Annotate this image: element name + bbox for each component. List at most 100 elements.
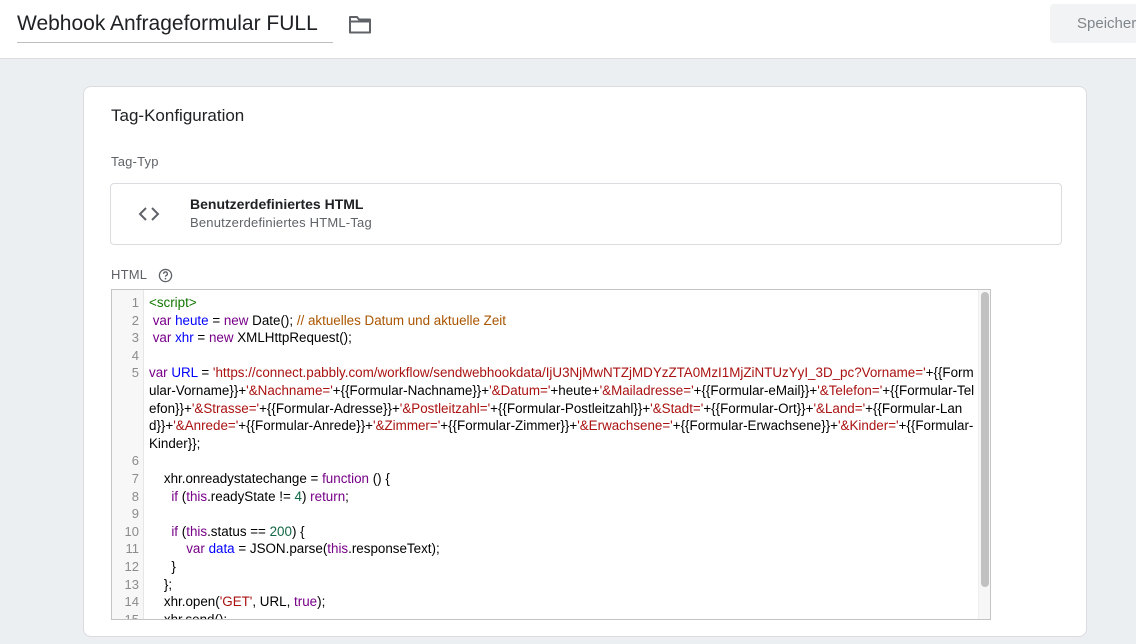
code-token: ); [317, 594, 326, 610]
code-token: xhr.send(); [149, 611, 228, 620]
html-code-editor[interactable]: 1 2 3 4 5 6 7 8 9 10 11 12 13 14 15 <script> var heute… [111, 289, 991, 620]
code-line: var URL = 'https://connect.pabbly.com/wo… [149, 364, 977, 452]
code-token: var [152, 312, 172, 328]
line-number: 3 [131, 330, 139, 346]
line-number: 8 [131, 488, 139, 504]
line-number: 11 [125, 541, 140, 557]
code-token: '&Postleitzahl=' [399, 400, 491, 416]
code-token: xhr.open( [149, 594, 220, 610]
code-line: var heute = new Date(); // aktuelles Dat… [149, 312, 977, 330]
code-token: // aktuelles Datum und aktuelle Zeit [296, 312, 506, 328]
code-token: , URL, [252, 594, 295, 610]
code-token: '&Land=' [813, 400, 866, 416]
code-token: ( [178, 523, 187, 539]
code-token: new [208, 330, 234, 346]
code-line: } [149, 558, 977, 576]
line-number: 1 [131, 295, 139, 310]
code-token: function [322, 470, 369, 486]
code-token: XMLHttpRequest(); [233, 330, 352, 346]
code-token: var [186, 541, 205, 557]
code-token: +{{Formular-Nachname}}+ [332, 382, 490, 398]
code-token: this [186, 488, 208, 504]
code-line: <script> [149, 294, 977, 312]
code-token: '&Nachname=' [246, 382, 333, 398]
code-token: '&Stadt=' [650, 400, 704, 416]
code-token: .responseText); [348, 541, 440, 557]
code-line: ​ [149, 452, 977, 470]
code-token: = [208, 312, 224, 328]
code-token: = [197, 365, 213, 381]
help-icon[interactable] [158, 268, 173, 283]
code-line: }; [149, 576, 977, 594]
code-token: '&Strasse=' [191, 400, 260, 416]
code-token: new [223, 312, 249, 328]
code-line: xhr.send(); [149, 611, 977, 620]
code-token: .status == [207, 523, 270, 539]
card-title: Tag-Konfiguration [111, 106, 245, 125]
code-token: <script> [149, 295, 197, 310]
code-line: xhr.open('GET', URL, true); [149, 593, 977, 611]
code-token: 'https://connect.pabbly.com/workflow/sen… [212, 365, 926, 381]
code-token: }; [149, 576, 173, 592]
code-token: xhr.onreadystatechange = [149, 470, 323, 486]
line-number: 15 [124, 611, 139, 620]
code-line: ​ [149, 347, 977, 365]
code-token: '&Anrede=' [173, 418, 239, 434]
code-token: () { [368, 470, 390, 486]
line-number: 2 [131, 312, 139, 328]
code-token: +{{Formular-Postleitzahl}}+ [490, 400, 651, 416]
code-token: '&Datum=' [489, 382, 551, 398]
code-token: var [149, 365, 168, 381]
tag-type-name: Benutzerdefiniertes HTML [190, 196, 364, 212]
code-token: ) [301, 488, 311, 504]
code-token: +heute+ [550, 382, 600, 398]
code-token: +{{Formular-Ort}}+ [703, 400, 814, 416]
code-token: 4 [294, 488, 302, 504]
code-token: +{{Formular-Zimmer}}+ [440, 418, 578, 434]
editor-scrollbar[interactable] [978, 290, 990, 619]
line-number: 6 [131, 453, 139, 469]
code-token: = [193, 330, 209, 346]
code-token: '&Erwachsene=' [577, 418, 673, 434]
code-token: '&Zimmer=' [373, 418, 441, 434]
tag-type-selector[interactable]: Benutzerdefiniertes HTML Benutzerdefinie… [110, 183, 1062, 245]
line-number-gutter: 1 2 3 4 5 6 7 8 9 10 11 12 13 14 15 [112, 290, 144, 619]
line-number: 12 [124, 558, 139, 574]
html-label: HTML [111, 267, 148, 282]
code-line: if (this.status == 200) { [149, 523, 977, 541]
code-token: '&Kinder=' [838, 418, 899, 434]
code-token: +{{Formular-eMail}}+ [693, 382, 818, 398]
code-token: +{{Formular-Anrede}}+ [238, 418, 374, 434]
code-line: var xhr = new XMLHttpRequest(); [149, 329, 977, 347]
code-line: if (this.readyState != 4) return; [149, 488, 977, 506]
code-token: xhr [175, 330, 194, 346]
line-number: 13 [124, 576, 139, 592]
top-bar: Webhook Anfrageformular FULL Speichern [0, 0, 1136, 59]
line-number: 5 [131, 365, 139, 381]
code-area[interactable]: <script> var heute = new Date(); // aktu… [149, 294, 977, 620]
code-token: true [294, 594, 318, 610]
code-token: +{{Formular-Adresse}}+ [259, 400, 400, 416]
tag-type-subtitle: Benutzerdefiniertes HTML-Tag [190, 215, 372, 230]
line-number: 14 [124, 594, 139, 610]
code-token: this [186, 523, 208, 539]
code-token: 'GET' [219, 594, 253, 610]
scrollbar-thumb[interactable] [981, 292, 989, 587]
code-token: heute [175, 312, 209, 328]
code-line: xhr.onreadystatechange = function () { [149, 470, 977, 488]
code-icon [138, 207, 160, 221]
code-token: Date(); [248, 312, 297, 328]
code-token: URL [171, 365, 198, 381]
line-number: 4 [131, 347, 139, 363]
line-number: 7 [131, 470, 139, 486]
tag-name-input[interactable]: Webhook Anfrageformular FULL [17, 10, 333, 43]
line-number: 10 [124, 523, 139, 539]
code-token: data [208, 541, 235, 557]
code-token: ; [345, 488, 349, 504]
code-line: var data = JSON.parse(this.responseText)… [149, 540, 977, 558]
save-button[interactable]: Speichern [1050, 4, 1136, 43]
folder-icon[interactable] [348, 13, 372, 35]
